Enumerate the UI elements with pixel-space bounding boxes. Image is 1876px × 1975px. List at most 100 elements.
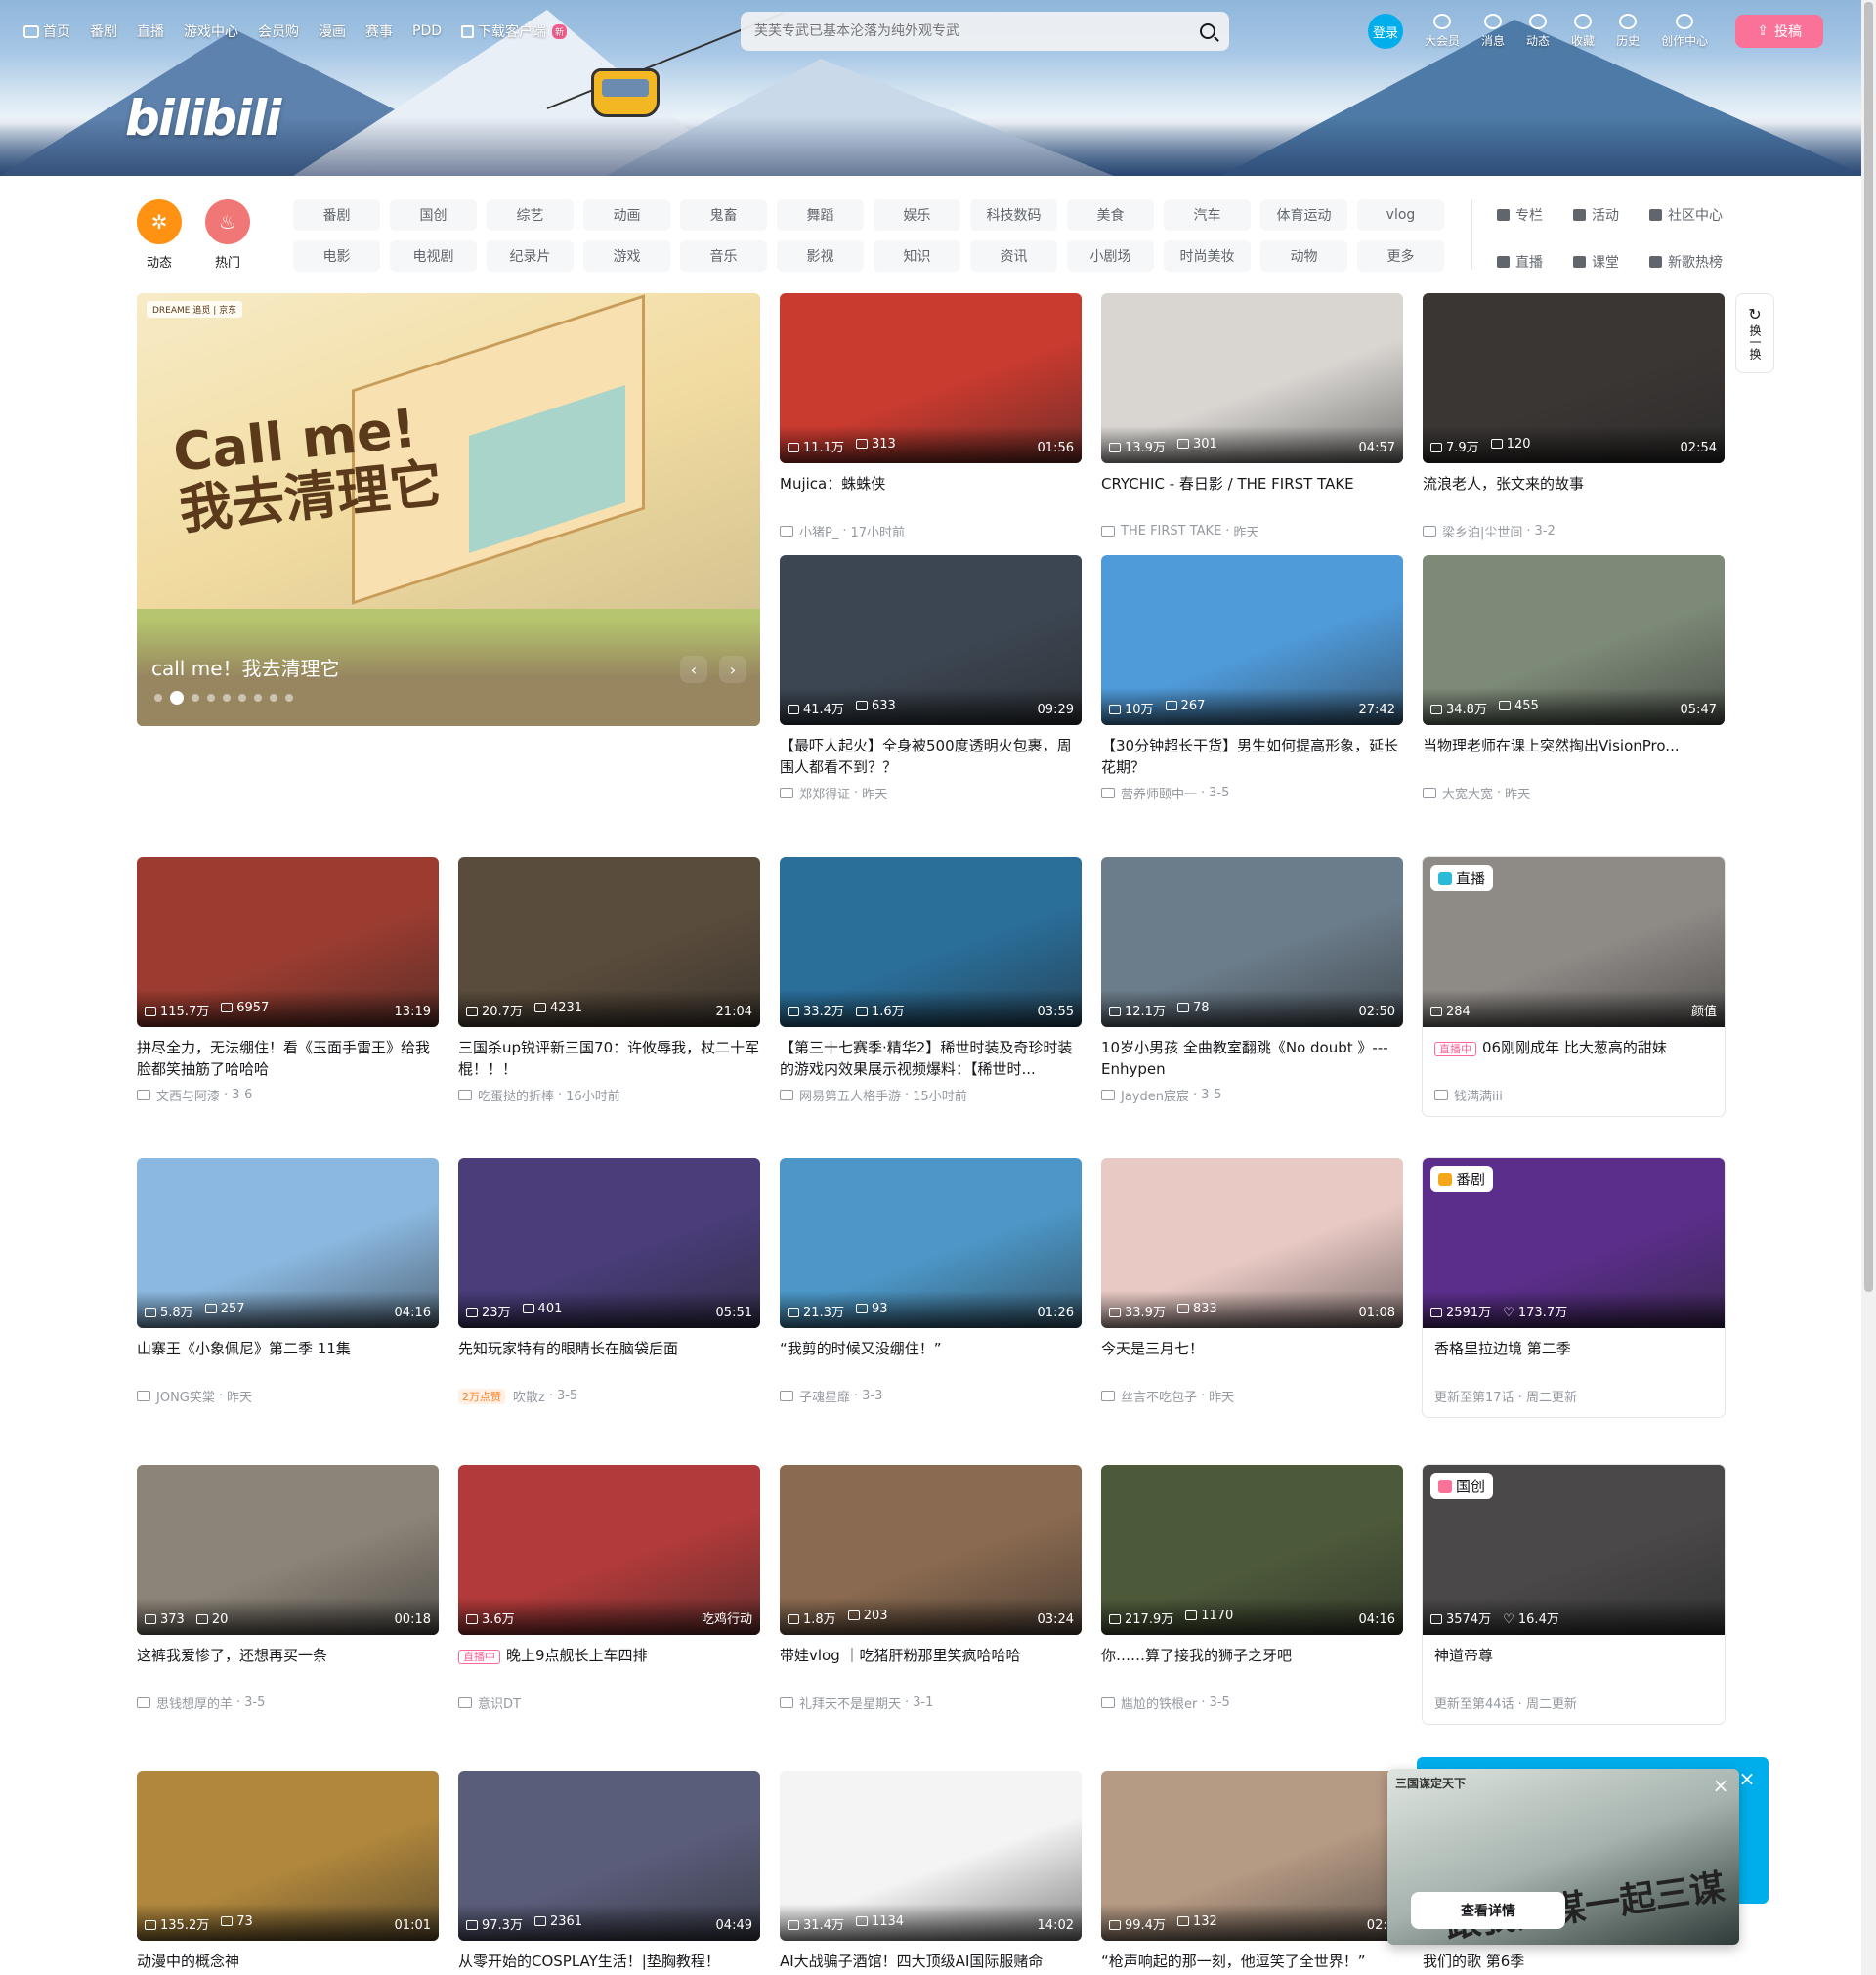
video-card[interactable]: 番剧 2591万 ♡ 173.7万 香格里拉边境 第二季 更新至第17话 · 周二更新 xyxy=(1423,1158,1725,1417)
nav-right-item-4[interactable]: 历史 xyxy=(1616,14,1640,49)
author-name[interactable]: Jayden宸宸 xyxy=(1121,1086,1189,1104)
channel-item[interactable]: vlog xyxy=(1357,199,1444,231)
video-title[interactable]: “枪声响起的那一刻，他逗笑了全世界！” xyxy=(1101,1951,1403,1975)
video-title[interactable]: 山寨王《小象佩尼》第二季 11集 xyxy=(137,1338,439,1381)
video-thumbnail[interactable]: 番剧 2591万 ♡ 173.7万 xyxy=(1423,1158,1725,1328)
channel-item[interactable]: 动物 xyxy=(1260,240,1347,272)
author-name[interactable]: JONG笑棠 xyxy=(156,1387,215,1405)
channel-item[interactable]: 纪录片 xyxy=(487,240,574,272)
video-title[interactable]: CRYCHIC - 春日影 / THE FIRST TAKE xyxy=(1101,473,1403,516)
channel-item[interactable]: 综艺 xyxy=(487,199,574,231)
video-card[interactable]: 10万 267 27:42 【30分钟超长干货】男生如何提高形象，延长花期？ 营养师颐中… xyxy=(1101,555,1403,802)
channel-right-item[interactable]: 新歌热榜 xyxy=(1649,252,1747,272)
author-name[interactable]: 子魂星靡 xyxy=(799,1387,850,1405)
video-card[interactable]: 1.8万 203 03:24 带娃vlog ｜吃猪肝粉那里笑疯哈哈哈 礼拜天不是星期天 ·… xyxy=(780,1465,1082,1712)
video-card[interactable]: 20.7万 4231 21:04 三国杀up锐评新三国70：许攸辱我，杖二十军棍！！！… xyxy=(458,857,760,1104)
scrollbar-thumb[interactable] xyxy=(1864,2,1873,1292)
video-thumbnail[interactable]: 135.2万 73 01:01 xyxy=(137,1771,439,1941)
nav-right-item-0[interactable]: 大会员 xyxy=(1425,14,1460,49)
channel-item[interactable]: 音乐 xyxy=(680,240,767,272)
channel-item[interactable]: 科技数码 xyxy=(970,199,1057,231)
channel-item[interactable]: 时尚美妆 xyxy=(1164,240,1251,272)
video-thumbnail[interactable]: 23万 401 05:51 xyxy=(458,1158,760,1328)
video-title[interactable]: 神道帝尊 xyxy=(1423,1645,1725,1688)
video-thumbnail[interactable]: 33.2万 1.6万 03:55 xyxy=(780,857,1082,1027)
video-title[interactable]: 你……算了接我的狮子之牙吧 xyxy=(1101,1645,1403,1688)
video-thumbnail[interactable]: 直播 284 颜值 xyxy=(1423,857,1725,1027)
video-card[interactable]: 97.3万 2361 04:49 从零开始的COSPLAY生活！|垫胸教程！ xyxy=(458,1771,760,1975)
channel-item[interactable]: 电视剧 xyxy=(390,240,477,272)
channel-right-item[interactable]: 活动 xyxy=(1573,205,1649,225)
carousel-prev-button[interactable]: ‹ xyxy=(680,656,707,683)
video-title[interactable]: 【最吓人起火】全身被500度透明火包裹，周围人都看不到？？ xyxy=(780,735,1082,778)
nav-right-item-3[interactable]: 收藏 xyxy=(1571,14,1595,49)
author-name[interactable]: 梁乡泊|尘世间 xyxy=(1442,522,1522,540)
author-name[interactable]: 思钱想厚的羊 xyxy=(156,1694,233,1712)
channel-item[interactable]: 小剧场 xyxy=(1067,240,1154,272)
refresh-button[interactable]: ↻ 换一换 xyxy=(1735,293,1774,373)
channel-dynamic[interactable]: ✲ 动态 xyxy=(137,199,182,271)
search-input[interactable] xyxy=(754,23,1200,39)
carousel-next-button[interactable]: › xyxy=(719,656,746,683)
video-thumbnail[interactable]: 国创 3574万 ♡ 16.4万 xyxy=(1423,1465,1725,1635)
video-card[interactable]: 41.4万 633 09:29 【最吓人起火】全身被500度透明火包裹，周围人都看不到… xyxy=(780,555,1082,802)
video-thumbnail[interactable]: 1.8万 203 03:24 xyxy=(780,1465,1082,1635)
video-thumbnail[interactable]: 10万 267 27:42 xyxy=(1101,555,1403,725)
video-card[interactable]: 国创 3574万 ♡ 16.4万 神道帝尊 更新至第44话 · 周二更新 xyxy=(1423,1465,1725,1724)
video-title[interactable]: Mujica：蛛蛛侠 xyxy=(780,473,1082,516)
video-title[interactable]: 当物理老师在课上突然掏出VisionPro... xyxy=(1423,735,1725,778)
author-name[interactable]: 小猪P_ xyxy=(799,522,838,540)
ad-detail-button[interactable]: 查看详情 xyxy=(1411,1892,1565,1929)
video-card[interactable]: 34.8万 455 05:47 当物理老师在课上突然掏出VisionPro... 大宽大… xyxy=(1423,555,1725,802)
video-card[interactable]: 373 20 00:18 这裤我爱惨了，还想再买一条 思钱想厚的羊 · 3-5 xyxy=(137,1465,439,1712)
video-title[interactable]: 香格里拉边境 第二季 xyxy=(1423,1338,1725,1381)
channel-item[interactable]: 番剧 xyxy=(293,199,380,231)
scrollbar[interactable] xyxy=(1861,0,1876,1975)
video-thumbnail[interactable]: 3.6万 吃鸡行动 xyxy=(458,1465,760,1635)
author-name[interactable]: THE FIRST TAKE xyxy=(1121,524,1221,538)
video-thumbnail[interactable]: 13.9万 301 04:57 xyxy=(1101,293,1403,463)
video-card[interactable]: 135.2万 73 01:01 动漫中的概念神 xyxy=(137,1771,439,1975)
nav-right-item-2[interactable]: 动态 xyxy=(1526,14,1550,49)
video-thumbnail[interactable]: 34.8万 455 05:47 xyxy=(1423,555,1725,725)
video-thumbnail[interactable]: 20.7万 4231 21:04 xyxy=(458,857,760,1027)
video-card[interactable]: 直播 284 颜值 直播中 06刚刚成年 比大葱高的甜妹 钱满满iii xyxy=(1423,857,1725,1116)
nav-item-7[interactable]: PDD xyxy=(412,23,442,39)
carousel-dot[interactable] xyxy=(170,691,184,705)
channel-item[interactable]: 娱乐 xyxy=(874,199,960,231)
video-thumbnail[interactable]: 12.1万 78 02:50 xyxy=(1101,857,1403,1027)
carousel-dot[interactable] xyxy=(270,694,277,702)
channel-hot[interactable]: ♨ 热门 xyxy=(205,199,250,271)
upload-button[interactable]: ⇪ 投稿 xyxy=(1735,15,1824,48)
video-title[interactable]: 三国杀up锐评新三国70：许攸辱我，杖二十军棍！！！ xyxy=(458,1037,760,1080)
nav-item-2[interactable]: 直播 xyxy=(137,21,164,41)
video-title[interactable]: 我们的歌 第6季 xyxy=(1423,1951,1725,1975)
video-title[interactable]: 直播中 晚上9点舰长上车四排 xyxy=(458,1645,760,1688)
video-card[interactable]: 5.8万 257 04:16 山寨王《小象佩尼》第二季 11集 JONG笑棠 · 昨天 xyxy=(137,1158,439,1405)
video-thumbnail[interactable]: 97.3万 2361 04:49 xyxy=(458,1771,760,1941)
nav-item-6[interactable]: 赛事 xyxy=(365,21,393,41)
video-title[interactable]: 【30分钟超长干货】男生如何提高形象，延长花期？ xyxy=(1101,735,1403,778)
author-name[interactable]: 吃蛋挞的折棒 xyxy=(478,1086,554,1104)
video-card[interactable]: 3.6万 吃鸡行动 直播中 晚上9点舰长上车四排 意识DT xyxy=(458,1465,760,1712)
video-title[interactable]: 带娃vlog ｜吃猪肝粉那里笑疯哈哈哈 xyxy=(780,1645,1082,1688)
video-title[interactable]: 先知玩家特有的眼睛长在脑袋后面 xyxy=(458,1338,760,1381)
nav-item-1[interactable]: 番剧 xyxy=(90,21,117,41)
video-card[interactable]: 115.7万 6957 13:19 拼尽全力，无法绷住！看《玉面手雷王》给我脸都笑抽筋… xyxy=(137,857,439,1104)
author-name[interactable]: 钱满满iii xyxy=(1454,1086,1503,1104)
video-thumbnail[interactable]: 41.4万 633 09:29 xyxy=(780,555,1082,725)
video-thumbnail[interactable]: 99.4万 132 02:1 xyxy=(1101,1771,1403,1941)
channel-right-item[interactable]: 直播 xyxy=(1497,252,1573,272)
nav-item-3[interactable]: 游戏中心 xyxy=(184,21,238,41)
video-card[interactable]: 99.4万 132 02:1 “枪声响起的那一刻，他逗笑了全世界！” xyxy=(1101,1771,1403,1975)
nav-item-8[interactable]: 下载客户端新 xyxy=(461,21,568,41)
author-name[interactable]: 尴尬的铁根er xyxy=(1121,1694,1197,1712)
bilibili-logo[interactable]: bilibili xyxy=(125,90,281,147)
author-name[interactable]: 网易第五人格手游 xyxy=(799,1086,901,1104)
video-card[interactable]: 33.2万 1.6万 03:55 【第三十七赛季·精华2】稀世时装及奇珍时装的游戏内效… xyxy=(780,857,1082,1104)
video-thumbnail[interactable]: 21.3万 93 01:26 xyxy=(780,1158,1082,1328)
carousel[interactable]: DREAME 追觅 | 京东 Call me! 我去清理它 call me！我去… xyxy=(137,293,760,726)
channel-item[interactable]: 知识 xyxy=(874,240,960,272)
video-card[interactable]: 13.9万 301 04:57 CRYCHIC - 春日影 / THE FIRST T… xyxy=(1101,293,1403,540)
nav-item-0[interactable]: 首页 xyxy=(23,21,70,41)
